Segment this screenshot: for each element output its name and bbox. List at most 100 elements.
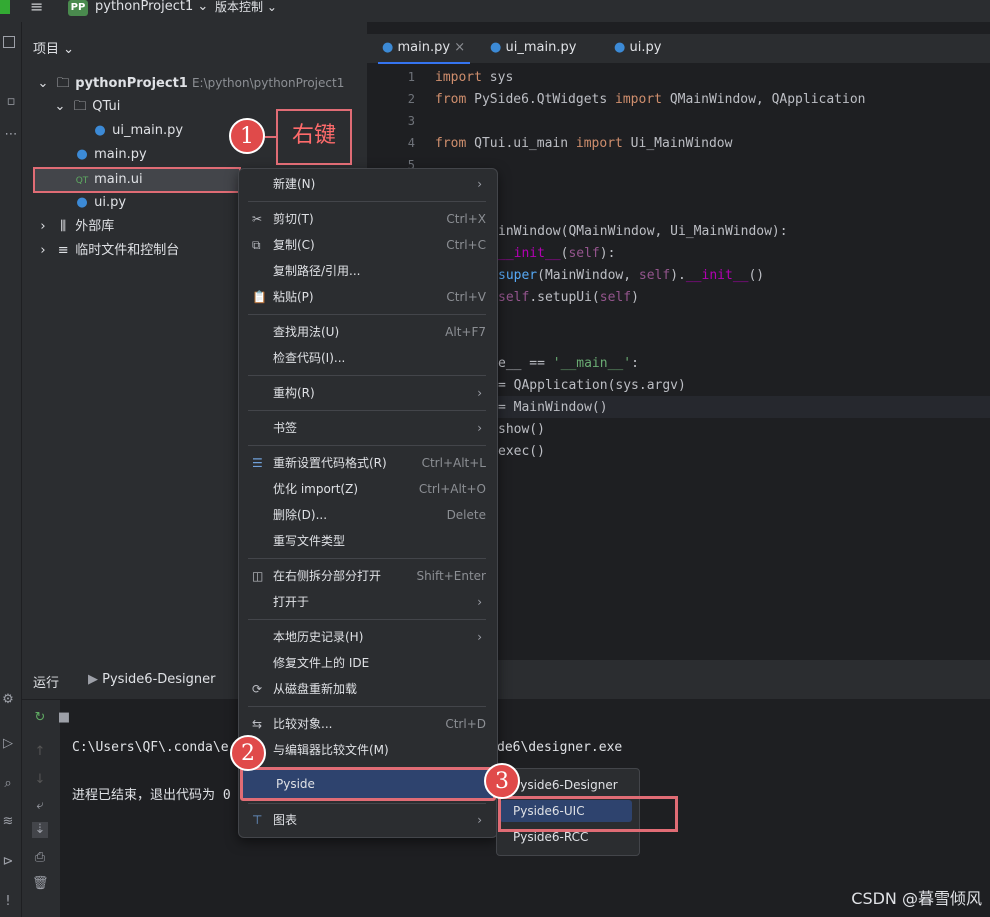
console-line-tail: de6\designer.exe: [497, 740, 623, 755]
menu-item-pyside[interactable]: Pyside: [240, 767, 496, 801]
main-menu-icon[interactable]: ≡: [30, 0, 48, 16]
scroll-to-end-icon[interactable]: ⇣: [32, 822, 48, 838]
more-tools-icon[interactable]: ⋯: [3, 127, 19, 143]
rerun-icon[interactable]: ↻: [32, 710, 48, 726]
menu-item-cut[interactable]: ✂ 剪切(T) Ctrl+X: [240, 206, 496, 232]
folder-icon: 🗀: [56, 76, 70, 91]
menu-shortcut: Alt+F7: [445, 325, 486, 339]
callout-badge-3: 3: [484, 763, 520, 799]
code-line[interactable]: = MainWindow(): [498, 400, 608, 415]
tab-main-py[interactable]: ● main.py ×: [378, 34, 470, 64]
tree-item-ui-main-py[interactable]: ● ui_main.py: [92, 119, 183, 143]
menu-label: 重新设置代码格式(R): [273, 456, 387, 470]
menu-item-refactor[interactable]: 重构(R) ›: [240, 380, 496, 406]
menu-item-optimize-imports[interactable]: 优化 import(Z) Ctrl+Alt+O: [240, 476, 496, 502]
tab-label: main.py: [397, 40, 451, 55]
tree-item-main-py[interactable]: ● main.py: [74, 143, 147, 167]
tree-item-project-root[interactable]: ⌄ 🗀 pythonProject1 E:\python\pythonProje…: [35, 71, 345, 95]
menu-shortcut: Ctrl+D: [445, 717, 486, 731]
arrow-up-icon[interactable]: ↑: [32, 744, 48, 760]
tree-item-main-ui[interactable]: QT main.ui: [74, 168, 143, 192]
split-icon: ◫: [252, 569, 264, 583]
code-line[interactable]: e__ == '__main__':: [498, 356, 639, 371]
menu-label: 与编辑器比较文件(M): [273, 743, 389, 757]
menu-item-paste[interactable]: 📋 粘贴(P) Ctrl+V: [240, 284, 496, 310]
layers-icon[interactable]: ≋: [0, 814, 16, 830]
console-line: 进程已结束，退出代码为 0: [72, 788, 231, 803]
tab-ui-main-py[interactable]: ● ui_main.py: [486, 34, 596, 64]
tree-item-external-libs[interactable]: › ⫼ 外部库: [35, 215, 114, 239]
menu-item-open-right-split[interactable]: ◫ 在右侧拆分部分打开 Shift+Enter: [240, 563, 496, 589]
tab-ui-py[interactable]: ● ui.py: [610, 34, 680, 64]
soft-wrap-icon[interactable]: ⤶: [32, 798, 48, 814]
trash-icon[interactable]: 🗑: [32, 876, 49, 892]
menu-item-repair-ide[interactable]: 修复文件上的 IDE: [240, 650, 496, 676]
chevron-right-icon: ›: [40, 219, 46, 234]
print-icon[interactable]: ⎙: [32, 850, 48, 866]
stop-icon[interactable]: ■: [56, 710, 72, 726]
code-line[interactable]: exec(): [498, 444, 545, 459]
menu-label: Pyside6-Designer: [513, 778, 618, 792]
menu-item-local-history[interactable]: 本地历史记录(H) ›: [240, 624, 496, 650]
problems-icon[interactable]: !: [0, 894, 16, 910]
menu-label: 比较对象...: [273, 717, 333, 731]
menu-shortcut: Ctrl+Alt+L: [421, 456, 486, 470]
run-tool-icon[interactable]: ▷: [0, 736, 16, 752]
tree-item-ui-py[interactable]: ● ui.py: [74, 191, 126, 215]
tree-item-scratches[interactable]: › ≡ 临时文件和控制台: [35, 239, 179, 263]
vcs-menu[interactable]: 版本控制 ⌄: [215, 0, 277, 14]
python-file-icon: ●: [382, 40, 394, 55]
menu-label: 修复文件上的 IDE: [273, 656, 370, 670]
menu-label: 本地历史记录(H): [273, 630, 364, 644]
run-tab[interactable]: ▶ Pyside6-Designer: [88, 672, 216, 687]
menu-item-reformat-code[interactable]: ☰ 重新设置代码格式(R) Ctrl+Alt+L: [240, 450, 496, 476]
code-line[interactable]: show(): [498, 422, 545, 437]
code-line[interactable]: import sys: [435, 70, 513, 85]
python-file-icon: ●: [76, 195, 88, 210]
tree-label: QTui: [92, 99, 121, 114]
project-badge[interactable]: PP: [68, 0, 88, 16]
menu-item-copy[interactable]: ⧉ 复制(C) Ctrl+C: [240, 232, 496, 258]
copy-icon: ⧉: [252, 238, 261, 252]
tree-label: 外部库: [75, 219, 115, 234]
tree-label: main.py: [94, 147, 147, 162]
menu-item-new[interactable]: 新建(N) ›: [240, 171, 496, 197]
chevron-right-icon: ›: [477, 386, 482, 400]
arrow-down-icon[interactable]: ↓: [32, 772, 48, 788]
menu-item-bookmarks[interactable]: 书签 ›: [240, 415, 496, 441]
python-packages-icon[interactable]: ⚙: [0, 692, 16, 708]
project-tool-icon[interactable]: [3, 36, 15, 48]
menu-item-override-file-type[interactable]: 重写文件类型: [240, 528, 496, 554]
code-line[interactable]: from PySide6.QtWidgets import QMainWindo…: [435, 92, 866, 107]
close-icon[interactable]: ×: [454, 40, 465, 55]
menu-label: 剪切(T): [273, 212, 314, 226]
search-icon[interactable]: ⌕: [0, 776, 16, 792]
run-panel-title: 运行: [33, 676, 60, 691]
menu-item-inspect-code[interactable]: 检查代码(I)...: [240, 345, 496, 371]
chevron-right-icon: ›: [477, 813, 482, 827]
menu-item-compare-with-editor[interactable]: 与编辑器比较文件(M): [240, 737, 496, 763]
code-line[interactable]: inWindow(QMainWindow, Ui_MainWindow):: [498, 224, 788, 239]
project-switcher[interactable]: pythonProject1 ⌄: [95, 0, 208, 14]
project-panel-header[interactable]: 项目 ⌄: [33, 38, 74, 57]
structure-tool-icon[interactable]: ▫: [3, 94, 19, 110]
code-line[interactable]: = QApplication(sys.argv): [498, 378, 686, 393]
menu-item-reload-from-disk[interactable]: ⟳ 从磁盘重新加载: [240, 676, 496, 702]
compare-icon: ⇆: [252, 717, 263, 731]
code-line[interactable]: self.setupUi(self): [498, 290, 639, 305]
code-line[interactable]: __init__(self):: [498, 246, 615, 261]
menu-item-delete[interactable]: 删除(D)... Delete: [240, 502, 496, 528]
tree-item-qtui[interactable]: ⌄ 🗀 QTui: [52, 95, 121, 119]
menu-item-copy-path[interactable]: 复制路径/引用...: [240, 258, 496, 284]
terminal-icon[interactable]: ⊳: [0, 854, 16, 870]
menu-separator: [248, 706, 486, 707]
code-line[interactable]: super(MainWindow, self).__init__(): [498, 268, 764, 283]
menu-item-find-usages[interactable]: 查找用法(U) Alt+F7: [240, 319, 496, 345]
menu-label: 重写文件类型: [273, 534, 346, 548]
menu-item-compare-with[interactable]: ⇆ 比较对象... Ctrl+D: [240, 711, 496, 737]
chevron-down-icon: ⌄: [54, 99, 66, 114]
menu-item-open-in[interactable]: 打开于 ›: [240, 589, 496, 615]
app-logo-icon: [0, 0, 10, 14]
code-line[interactable]: from QTui.ui_main import Ui_MainWindow: [435, 136, 732, 151]
menu-item-diagrams[interactable]: ⊤ 图表 ›: [240, 807, 496, 833]
